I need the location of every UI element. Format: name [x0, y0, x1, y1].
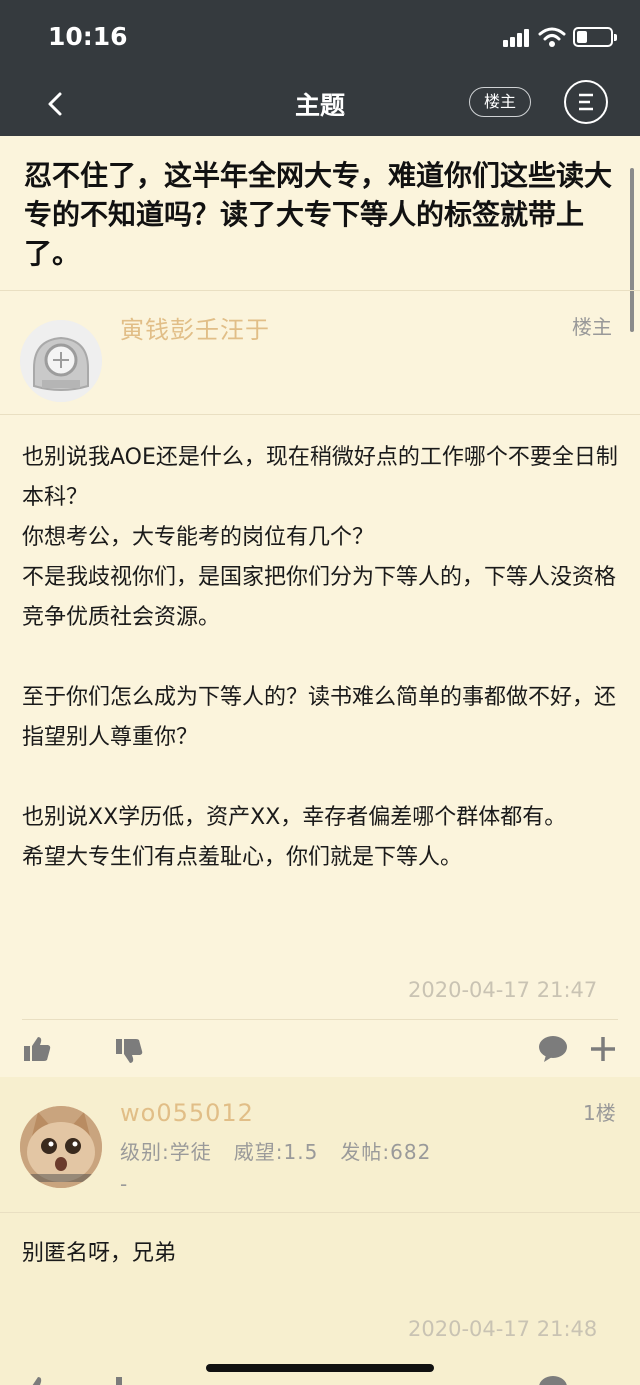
divider [0, 1212, 640, 1213]
nav-bar: 主题 楼主 [0, 76, 640, 136]
divider [22, 1019, 618, 1020]
top-bar: 10:16 主题 楼主 [0, 0, 640, 136]
floor-label: 1楼 [583, 1101, 616, 1125]
thumbs-up-icon[interactable] [22, 1374, 52, 1385]
post-paragraph [22, 758, 622, 798]
status-time: 10:16 [48, 22, 128, 51]
post-paragraph [22, 638, 622, 678]
status-bar: 10:16 [0, 0, 640, 76]
like-button[interactable] [22, 1034, 52, 1064]
post-paragraph: 不是我歧视你们，是国家把你们分为下等人的，下等人没资格竞争优质社会资源。 [22, 565, 617, 630]
thread-title: 忍不住了，这半年全网大专，难道你们这些读大专的不知道吗？读了大专下等人的标签就带… [24, 159, 613, 270]
reply-username[interactable]: wo055012 [120, 1099, 254, 1127]
cat-avatar-icon [20, 1106, 102, 1188]
avatar[interactable] [20, 320, 102, 402]
reply-timestamp: 2020-04-17 21:48 [408, 1317, 598, 1341]
op-username[interactable]: 寅钱彭壬汪于 [120, 310, 270, 345]
battery-icon [573, 27, 617, 47]
floor-label: 楼主 [572, 315, 612, 339]
post-paragraph: 希望大专生们有点羞耻心，你们就是下等人。 [22, 845, 463, 870]
post-paragraph: 也别说我AOE还是什么，现在稍微好点的工作哪个不要全日制本科？ [22, 445, 618, 510]
home-indicator [206, 1364, 434, 1372]
scrollbar[interactable] [630, 168, 634, 332]
default-avatar-icon [20, 320, 102, 402]
post-paragraph: 至于你们怎么成为下等人的？读书难么简单的事都做不好，还指望别人尊重你？ [22, 685, 617, 750]
reply-body: 别匿名呀，兄弟 [22, 1241, 177, 1266]
post-body: 也别说我AOE还是什么，现在稍微好点的工作哪个不要全日制本科？ 你想考公，大专能考… [22, 438, 622, 878]
post-paragraph: 你想考公，大专能考的岗位有几个？ [22, 525, 375, 550]
comment-button[interactable] [538, 1034, 568, 1064]
comment-bubble-icon[interactable] [538, 1374, 568, 1385]
op-only-filter-button[interactable]: 楼主 [469, 87, 531, 117]
user-meta: 级别:学徒 威望:1.5 发帖:682 [120, 1140, 432, 1164]
cellular-signal-icon [503, 29, 531, 47]
user-signature: - [120, 1172, 129, 1196]
dislike-button[interactable] [114, 1036, 144, 1066]
divider [0, 290, 640, 291]
avatar[interactable] [20, 1106, 102, 1188]
menu-lines-icon [579, 93, 593, 111]
thumbs-down-icon[interactable] [114, 1374, 144, 1385]
page-title: 主题 [294, 91, 345, 120]
post-paragraph: 也别说XX学历低，资产XX，幸存者偏差哪个群体都有。 [22, 805, 567, 830]
add-button[interactable] [588, 1034, 618, 1064]
menu-button[interactable] [564, 80, 608, 124]
post-timestamp: 2020-04-17 21:47 [408, 978, 598, 1002]
wifi-icon [538, 27, 566, 47]
divider [0, 414, 640, 415]
